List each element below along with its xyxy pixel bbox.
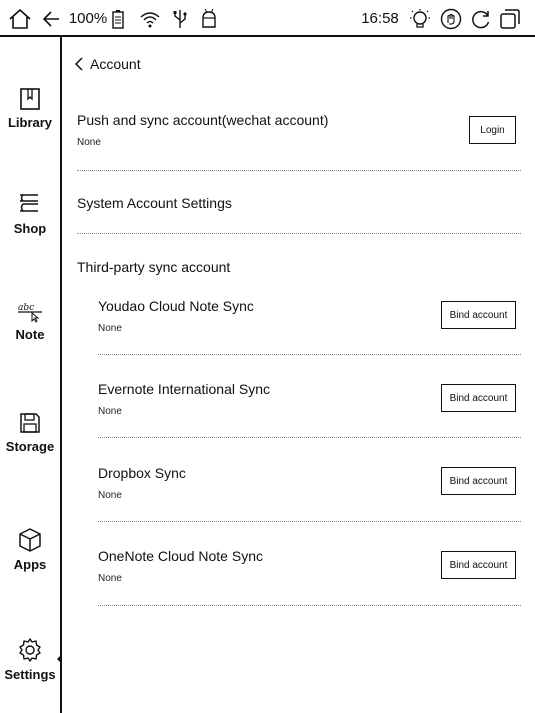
touch-icon[interactable] [438, 0, 464, 37]
divider [77, 170, 521, 171]
sidebar-item-library[interactable]: Library [0, 87, 60, 130]
chevron-left-icon [74, 56, 84, 72]
back-button[interactable]: Account [74, 53, 141, 75]
sidebar-item-label: Storage [5, 439, 55, 454]
usb-icon [170, 0, 190, 37]
page-title: Account [90, 56, 141, 72]
storage-icon [18, 411, 42, 435]
account-settings-panel: Account Push and sync account(wechat acc… [62, 37, 535, 713]
service-name: Evernote International Sync [98, 381, 270, 397]
system-account-settings-item[interactable]: System Account Settings [77, 195, 232, 211]
service-status: None [98, 323, 122, 334]
service-name: OneNote Cloud Note Sync [98, 548, 263, 564]
divider [98, 605, 521, 606]
frontlight-icon[interactable] [408, 0, 432, 37]
third-party-heading: Third-party sync account [77, 259, 231, 275]
battery-percent: 100% [68, 10, 108, 27]
service-status: None [98, 406, 122, 417]
sidebar-item-label: Note [15, 327, 45, 342]
divider [77, 233, 521, 234]
sidebar-item-label: Settings [4, 667, 56, 682]
note-icon: abc [16, 299, 44, 323]
bind-youdao-button[interactable]: Bind account [441, 301, 516, 329]
service-status: None [98, 573, 122, 584]
push-sync-title: Push and sync account(wechat account) [77, 112, 329, 128]
service-name: Youdao Cloud Note Sync [98, 298, 254, 314]
apps-icon [17, 527, 43, 553]
divider [98, 521, 521, 522]
bind-onenote-button[interactable]: Bind account [441, 551, 516, 579]
bind-evernote-button[interactable]: Bind account [441, 384, 516, 412]
shop-icon [17, 191, 43, 217]
sidebar: Library Shop abc Note Storage Apps Setti… [0, 37, 62, 713]
home-icon[interactable] [4, 0, 36, 37]
library-icon [19, 87, 41, 111]
sidebar-item-label: Library [7, 115, 53, 130]
sidebar-item-settings[interactable]: Settings [0, 637, 60, 682]
battery-icon [110, 0, 126, 37]
clock: 16:58 [361, 10, 399, 27]
divider [98, 437, 521, 438]
service-status: None [98, 490, 122, 501]
sidebar-item-storage[interactable]: Storage [0, 411, 60, 454]
divider [98, 354, 521, 355]
settings-icon [17, 637, 43, 663]
android-icon [198, 0, 220, 37]
refresh-icon[interactable] [468, 0, 494, 37]
multitask-icon[interactable] [496, 0, 524, 37]
sidebar-item-apps[interactable]: Apps [0, 527, 60, 572]
push-sync-status: None [77, 137, 101, 148]
bind-dropbox-button[interactable]: Bind account [441, 467, 516, 495]
sidebar-item-label: Shop [13, 221, 47, 236]
back-arrow-icon[interactable] [38, 0, 64, 37]
sidebar-item-shop[interactable]: Shop [0, 191, 60, 236]
sidebar-item-note[interactable]: abc Note [0, 299, 60, 342]
login-button[interactable]: Login [469, 116, 516, 144]
wifi-icon [138, 0, 162, 37]
sidebar-item-label: Apps [13, 557, 47, 572]
service-name: Dropbox Sync [98, 465, 186, 481]
status-bar: 100% 16:58 [0, 0, 535, 37]
